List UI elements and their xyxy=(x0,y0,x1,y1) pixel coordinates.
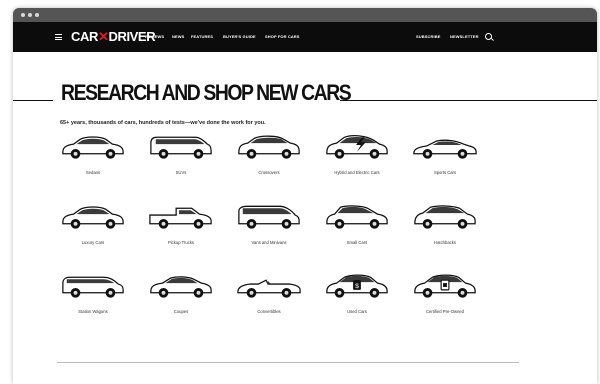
category-card[interactable]: Small Cars xyxy=(317,203,397,249)
crossover-icon xyxy=(238,135,300,159)
small-car-icon xyxy=(326,205,388,229)
hatchback-icon xyxy=(414,205,476,229)
logo-text-car: CAR xyxy=(71,29,98,44)
browser-window: CAR✕DRIVER REVIEWS NEWS FEATURES BUYER'S… xyxy=(13,8,597,384)
category-label: Pickup Trucks xyxy=(167,240,195,245)
category-label: Convertibles xyxy=(257,309,281,314)
category-label: Luxury Cars xyxy=(81,240,105,245)
nav-link-news[interactable]: NEWS xyxy=(172,34,184,40)
close-dot[interactable] xyxy=(21,13,25,17)
minivan-icon xyxy=(238,205,300,229)
used-car-icon: $ xyxy=(326,274,388,298)
category-label: Sports Cars xyxy=(433,170,457,175)
convertible-icon xyxy=(237,279,301,298)
certified-car-icon xyxy=(414,274,476,298)
page-subtitle: 65+ years, thousands of cars, hundreds o… xyxy=(60,120,266,126)
suv-icon xyxy=(150,136,212,159)
nav-link-subscribe[interactable]: SUBSCRIBE xyxy=(416,34,440,40)
category-label: Vans and Minivans xyxy=(251,240,287,245)
logo-x: ✕ xyxy=(97,29,109,44)
category-label: Used Cars xyxy=(347,309,367,314)
category-label: Certified Pre-Owned xyxy=(426,309,464,314)
nav-link-shop-for-cars[interactable]: SHOP FOR CARS xyxy=(265,34,300,40)
category-card[interactable]: $ Used Cars xyxy=(317,272,397,318)
category-card[interactable]: Certified Pre-Owned xyxy=(405,272,485,318)
sedan-icon xyxy=(62,136,124,159)
category-card[interactable]: Hybrid and Electric Cars xyxy=(317,133,397,179)
nav-link-reviews[interactable]: REVIEWS xyxy=(145,34,164,40)
category-card[interactable]: Convertibles xyxy=(229,272,309,318)
pickup-truck-icon xyxy=(149,207,212,229)
category-label: Hatchbacks xyxy=(434,240,456,245)
category-card[interactable]: Luxury Cars xyxy=(53,203,133,249)
coupe-icon xyxy=(150,276,212,298)
minimize-dot[interactable] xyxy=(28,13,32,17)
category-card[interactable]: SUVs xyxy=(141,133,221,179)
category-label: SUVs xyxy=(175,170,187,175)
category-card[interactable]: Station Wagons xyxy=(53,272,133,318)
maximize-dot[interactable] xyxy=(35,13,39,17)
browser-titlebar xyxy=(13,8,597,22)
page-title: RESEARCH AND SHOP NEW CARS xyxy=(61,80,352,105)
category-card[interactable]: Vans and Minivans xyxy=(229,203,309,249)
category-label: Station Wagons xyxy=(78,309,108,314)
nav-link-newsletter[interactable]: NEWSLETTER xyxy=(450,34,479,40)
category-label: Sedans xyxy=(85,170,101,175)
category-card[interactable]: Crossovers xyxy=(229,133,309,179)
menu-icon[interactable] xyxy=(55,34,62,40)
category-label: Coupes xyxy=(173,309,189,314)
luxury-car-icon xyxy=(62,206,124,229)
electric-car-icon xyxy=(326,135,388,159)
category-card[interactable]: Sedans xyxy=(53,133,133,179)
category-label: Crossovers xyxy=(258,170,280,175)
search-icon[interactable] xyxy=(485,33,492,40)
footer-divider xyxy=(57,362,519,363)
svg-text:$: $ xyxy=(355,283,359,290)
category-card[interactable]: Pickup Trucks xyxy=(141,203,221,249)
category-card[interactable]: Sports Cars xyxy=(405,133,485,179)
nav-link-features[interactable]: FEATURES xyxy=(191,34,213,40)
category-label: Hybrid and Electric Cars xyxy=(334,170,380,175)
sports-car-icon xyxy=(413,139,477,159)
nav-link-buyers-guide[interactable]: BUYER'S GUIDE xyxy=(223,34,256,40)
wagon-icon xyxy=(62,276,124,298)
category-label: Small Cars xyxy=(346,240,368,245)
site-navbar: CAR✕DRIVER REVIEWS NEWS FEATURES BUYER'S… xyxy=(13,22,597,52)
site-logo[interactable]: CAR✕DRIVER xyxy=(71,29,156,45)
heading-rule-right xyxy=(340,100,597,101)
heading-rule-left xyxy=(13,100,53,101)
category-card[interactable]: Hatchbacks xyxy=(405,203,485,249)
category-card[interactable]: Coupes xyxy=(141,272,221,318)
page-heading-row: RESEARCH AND SHOP NEW CARS xyxy=(13,78,597,112)
